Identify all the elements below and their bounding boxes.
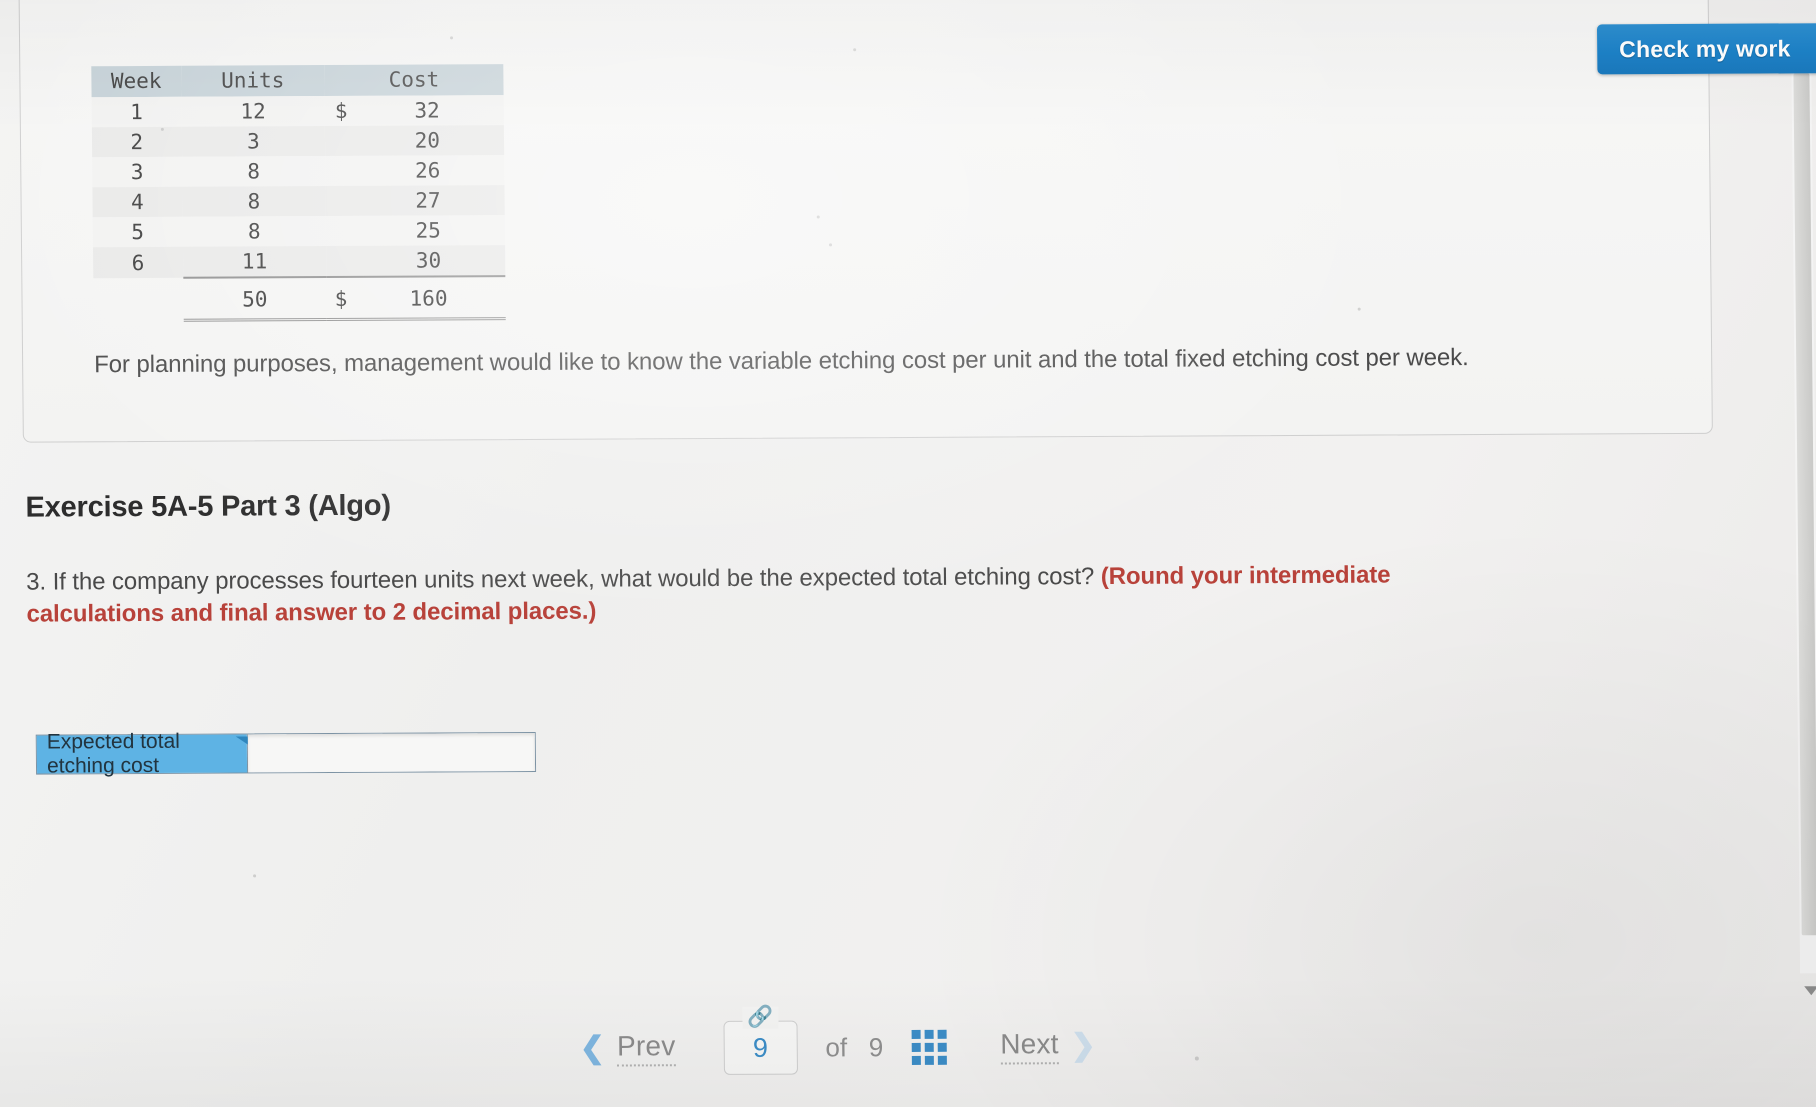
cell-cost: 30 xyxy=(326,245,506,278)
grid-dot xyxy=(911,1055,921,1065)
dust-speck xyxy=(1194,1056,1199,1061)
cell-units: 8 xyxy=(181,156,326,187)
column-header-units: Units xyxy=(180,65,325,97)
cell-week: 5 xyxy=(92,216,183,248)
current-page-value: 9 xyxy=(752,1032,769,1063)
cell-week: 6 xyxy=(93,246,183,279)
cell-cost: 20 xyxy=(324,125,505,157)
cost-value: 20 xyxy=(414,128,441,153)
grid-icon[interactable] xyxy=(911,1029,947,1065)
table-row: 1 12 $32 xyxy=(91,95,504,128)
cell-cost: 25 xyxy=(325,215,506,247)
check-my-work-button[interactable]: Check my work xyxy=(1596,23,1816,75)
table-row: 2 3 20 xyxy=(91,125,505,158)
scroll-down-arrow-icon[interactable] xyxy=(1804,986,1816,996)
screen-capture: Check my work Week Units Cost 1 12 $32 2… xyxy=(0,0,1816,1112)
table-body: 1 12 $32 2 3 20 3 8 26 4 8 27 5 8 25 6 1… xyxy=(91,95,506,279)
cell-cost: 27 xyxy=(325,185,505,217)
table-row: 3 8 26 xyxy=(92,155,505,188)
dust-speck xyxy=(853,48,857,52)
grid-dot xyxy=(937,1029,947,1039)
answer-label: Expected total etching cost xyxy=(36,730,248,778)
cost-value: 32 xyxy=(414,98,440,123)
dust-speck xyxy=(816,215,820,219)
of-word: of xyxy=(825,1031,848,1062)
dust-speck xyxy=(160,127,164,131)
question-text: 3. If the company processes fourteen uni… xyxy=(26,562,1101,596)
cell-cost: 26 xyxy=(325,155,505,187)
total-pages-value: 9 xyxy=(868,1031,884,1062)
cell-week: 3 xyxy=(92,156,183,188)
page-of-label: of 9 xyxy=(825,1032,883,1063)
cell-units: 11 xyxy=(182,246,327,278)
cell-total-blank xyxy=(93,278,183,321)
table-footer: 50 $160 xyxy=(93,276,506,321)
currency-symbol: $ xyxy=(334,98,348,123)
grid-dot xyxy=(911,1042,921,1052)
question-text-block: 3. If the company processes fourteen uni… xyxy=(26,559,1527,632)
prev-label: Prev xyxy=(616,1030,676,1067)
cell-week: 1 xyxy=(91,96,182,128)
next-button[interactable]: Next ❯ xyxy=(1000,1028,1097,1065)
cost-value: 26 xyxy=(414,158,441,183)
column-header-week: Week xyxy=(91,65,182,98)
grid-dot xyxy=(937,1055,947,1065)
table-row: 5 8 25 xyxy=(92,215,506,248)
cost-value: 30 xyxy=(415,248,442,273)
cell-units: 8 xyxy=(182,216,327,247)
cell-units: 8 xyxy=(182,186,326,217)
dust-speck xyxy=(253,874,257,878)
dust-speck xyxy=(829,243,833,247)
grid-dot xyxy=(937,1042,947,1052)
cost-value: 27 xyxy=(415,188,441,213)
scrollbar-thumb[interactable] xyxy=(1793,73,1816,936)
cell-cost: $32 xyxy=(324,95,504,127)
pagination-footer: ❮ Prev 🔗 9 of 9 Next ❯ xyxy=(579,1006,1097,1076)
dust-speck xyxy=(450,36,454,40)
answer-row: Expected total etching cost xyxy=(35,730,537,778)
exercise-heading: Exercise 5A-5 Part 3 (Algo) xyxy=(25,489,391,524)
column-header-cost: Cost xyxy=(324,64,504,97)
total-cost-value: 160 xyxy=(409,286,448,311)
cell-total-cost: $160 xyxy=(326,276,506,320)
prev-button[interactable]: ❮ Prev xyxy=(579,1030,676,1067)
dust-speck xyxy=(1357,307,1361,311)
table-header-row: Week Units Cost xyxy=(91,64,504,98)
chevron-right-icon: ❯ xyxy=(1070,1029,1097,1063)
expected-total-etching-cost-input[interactable] xyxy=(246,732,536,773)
weekly-cost-table: Week Units Cost 1 12 $32 2 3 20 3 8 26 4… xyxy=(91,64,506,322)
grid-dot xyxy=(911,1029,921,1039)
cost-value: 25 xyxy=(415,218,441,243)
link-icon[interactable]: 🔗 xyxy=(742,1006,779,1029)
cell-total-units: 50 xyxy=(182,277,327,321)
check-my-work-label: Check my work xyxy=(1619,34,1791,62)
next-label: Next xyxy=(1000,1028,1059,1065)
currency-symbol: $ xyxy=(334,286,348,312)
grid-dot xyxy=(924,1055,934,1065)
table-row: 4 8 27 xyxy=(92,185,505,218)
totals-row: 50 $160 xyxy=(93,276,506,321)
cell-units: 3 xyxy=(181,126,326,157)
grid-dot xyxy=(924,1042,934,1052)
cell-units: 12 xyxy=(181,96,325,127)
vertical-scrollbar[interactable] xyxy=(1791,73,1816,996)
grid-dot xyxy=(924,1029,934,1039)
chevron-left-icon: ❮ xyxy=(579,1031,606,1065)
table-row: 6 11 30 xyxy=(93,245,506,279)
cell-week: 2 xyxy=(91,126,182,158)
page-number-box-wrapper: 🔗 9 xyxy=(723,1006,798,1075)
cell-week: 4 xyxy=(92,186,183,218)
